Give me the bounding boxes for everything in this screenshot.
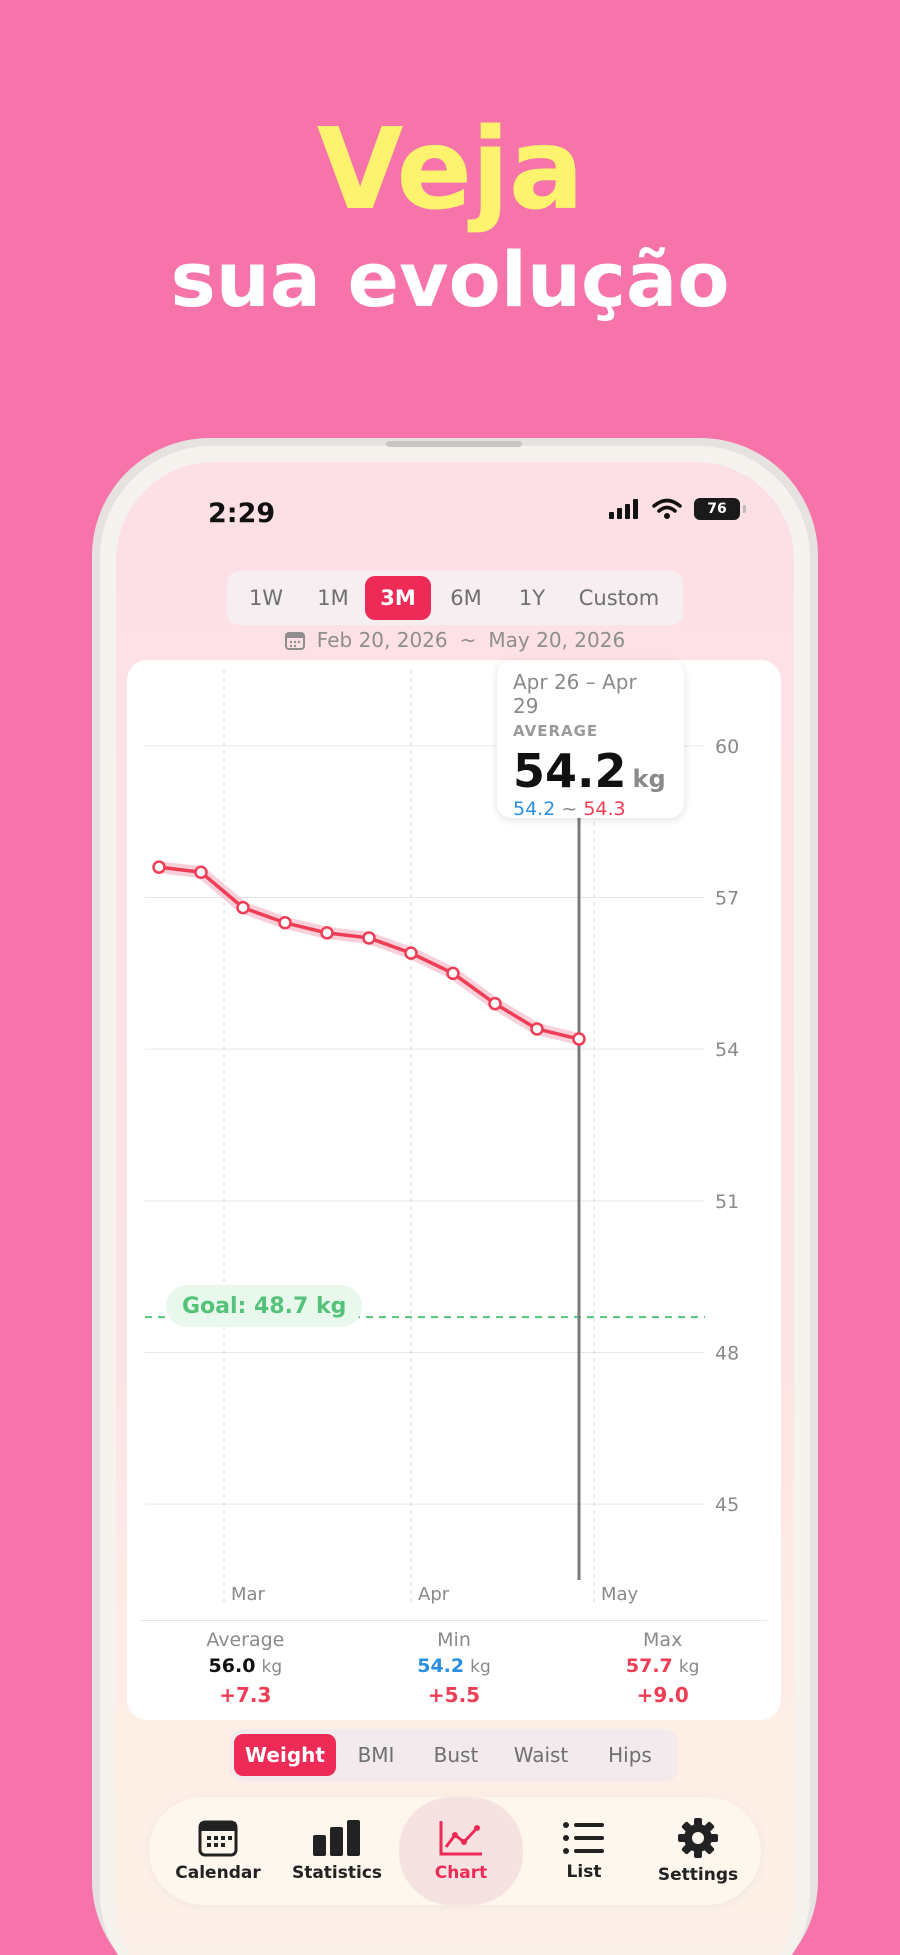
stat-label: Average [206,1629,285,1651]
phone-screen: 2:29 76 1W 1M 3M 6M 1Y Custom Feb 20, 20… [116,462,794,1955]
tab-chart[interactable]: Chart [399,1797,523,1905]
battery-icon: 76 [694,498,746,520]
metric-tab-waist[interactable]: Waist [496,1734,586,1776]
phone-top-edge [386,441,522,447]
line-chart-icon [439,1821,482,1856]
stat-max: Max 57.7 kg +9.0 [558,1629,767,1707]
range-selector: 1W 1M 3M 6M 1Y Custom [227,571,683,625]
chart-card: 60 57 54 51 48 45 Mar Apr May Apr 26 – Apr 29 AV… [127,660,781,1720]
metric-tab-weight[interactable]: Weight [234,1734,336,1776]
y-tick-label: 48 [715,1343,739,1365]
metric-tab-bmi[interactable]: BMI [336,1734,416,1776]
bottom-tab-bar: Calendar Statistics Chart List Settings [149,1797,761,1905]
bar-chart-icon [313,1820,360,1856]
range-tab-1w[interactable]: 1W [231,576,301,620]
tooltip-label: AVERAGE [513,722,599,740]
y-tick-label: 54 [715,1039,739,1061]
tooltip-min: 54.2 [513,798,556,820]
status-time: 2:29 [208,498,276,529]
range-tab-6m[interactable]: 6M [431,576,501,620]
stat-delta: +5.5 [427,1683,481,1707]
metric-tab-hips[interactable]: Hips [586,1734,674,1776]
stat-delta: +9.0 [636,1683,689,1707]
stat-delta: +7.3 [219,1683,272,1707]
tooltip-value: 54.2 [513,744,627,798]
stat-label: Max [643,1629,683,1651]
tooltip-max: 54.3 [583,798,626,820]
gear-icon [678,1818,718,1858]
stat-value: 54.2 [417,1655,465,1677]
data-point [152,860,166,874]
date-end: May 20, 2026 [488,628,626,652]
stat-unit: kg [678,1657,700,1677]
tab-label: List [566,1862,602,1882]
data-point [530,1022,544,1036]
stat-label: Min [437,1629,471,1651]
date-range[interactable]: Feb 20, 2026 ~ May 20, 2026 [116,628,794,652]
data-point [404,946,418,960]
metric-selector: Weight BMI Bust Waist Hips [230,1729,678,1781]
y-tick-label: 57 [715,888,739,910]
wifi-icon [652,498,682,519]
tab-label: Chart [434,1863,488,1883]
data-point [572,1032,586,1046]
tab-statistics[interactable]: Statistics [282,1797,392,1905]
y-tick-label: 51 [715,1191,739,1213]
x-tick-label: Apr [418,1584,450,1605]
stat-average: Average 56.0 kg +7.3 [141,1629,350,1707]
stat-value: 56.0 [208,1655,256,1677]
stat-unit: kg [470,1657,491,1677]
x-tick-label: May [601,1584,639,1605]
tab-list[interactable]: List [529,1797,639,1905]
stat-value: 57.7 [625,1655,673,1677]
range-tab-3m[interactable]: 3M [365,576,431,620]
stats-row: Average 56.0 kg +7.3 Min 54.2 kg +5.5 Ma… [141,1620,767,1707]
tab-settings[interactable]: Settings [643,1797,753,1905]
tab-label: Calendar [175,1863,261,1883]
tooltip-unit: kg [632,765,666,793]
calendar-small-icon [284,632,305,650]
signal-icon [609,499,638,519]
stat-min: Min 54.2 kg +5.5 [350,1629,559,1707]
x-tick-label: Mar [231,1584,266,1605]
y-tick-label: 60 [715,736,739,758]
tab-label: Statistics [291,1863,383,1883]
tab-label: Settings [657,1865,739,1885]
range-tab-1m[interactable]: 1M [301,576,365,620]
tooltip-range: Apr 26 – Apr 29 [513,670,637,718]
data-point [362,931,376,945]
status-icons: 76 [608,498,746,520]
goal-label: Goal: 48.7 kg [166,1285,363,1327]
tooltip-sep: ~ [561,798,578,820]
y-tick-label: 45 [715,1494,739,1516]
data-point [320,926,334,940]
headline-title: Veja [316,105,584,235]
headline-subtitle: sua evolução [170,235,730,324]
data-point [446,966,460,981]
date-sep: ~ [459,628,477,652]
stat-unit: kg [261,1657,283,1677]
range-tab-1y[interactable]: 1Y [501,576,563,620]
chart-tooltip: Apr 26 – Apr 29 AVERAGE 54.2 kg 54.2 ~ 5… [497,660,684,820]
calendar-icon [198,1820,238,1857]
promo-headline: Veja sua evolução [0,105,900,325]
series-band [158,861,581,1045]
data-point [278,916,292,930]
date-start: Feb 20, 2026 [316,628,448,652]
data-point [236,900,250,915]
data-point [488,996,502,1011]
data-point [194,865,208,879]
list-icon [563,1822,604,1854]
metric-tab-bust[interactable]: Bust [416,1734,496,1776]
tab-calendar[interactable]: Calendar [163,1797,273,1905]
range-tab-custom[interactable]: Custom [563,576,675,620]
